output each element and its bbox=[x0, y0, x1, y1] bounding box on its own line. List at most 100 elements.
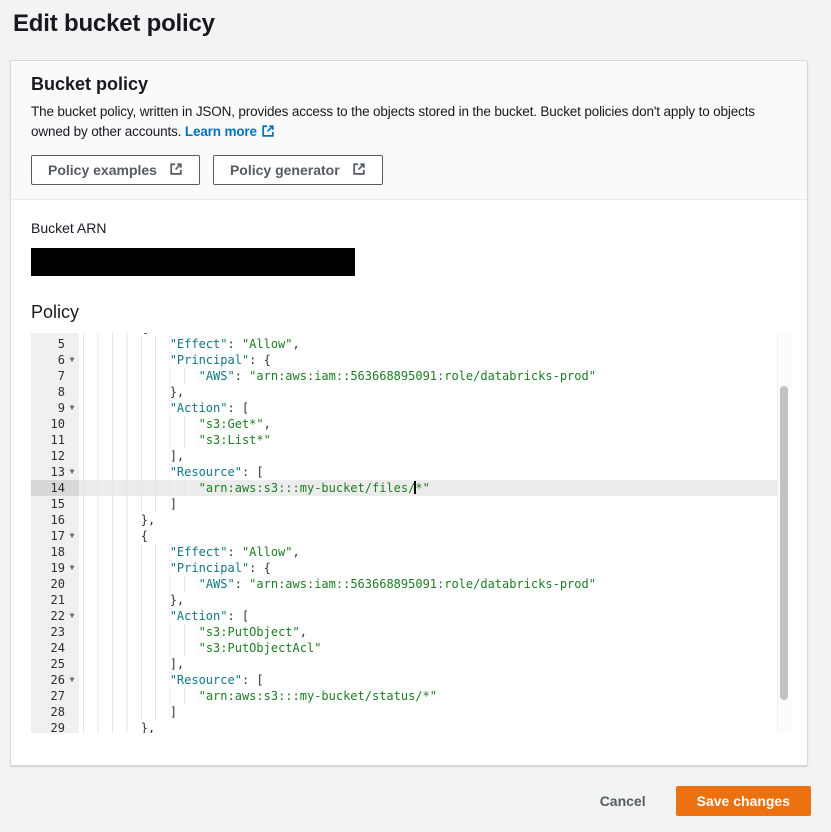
card-description: The bucket policy, written in JSON, prov… bbox=[31, 102, 787, 144]
editor-gutter-cell: 27▼ bbox=[31, 688, 79, 704]
line-number: 15 bbox=[51, 496, 65, 512]
editor-line-6[interactable]: 6▼"Principal": { bbox=[31, 352, 791, 368]
editor-gutter-cell[interactable]: 6▼ bbox=[31, 352, 79, 368]
learn-more-label: Learn more bbox=[185, 124, 257, 139]
editor-gutter-cell[interactable]: 17▼ bbox=[31, 528, 79, 544]
policy-generator-label: Policy generator bbox=[230, 162, 340, 178]
editor-code-line[interactable]: "Effect": "Allow", bbox=[79, 336, 791, 352]
editor-code-line[interactable]: "AWS": "arn:aws:iam::563668895091:role/d… bbox=[79, 368, 791, 384]
editor-line-17[interactable]: 17▼{ bbox=[31, 528, 791, 544]
editor-gutter-cell[interactable]: 13▼ bbox=[31, 464, 79, 480]
editor-line-26[interactable]: 26▼"Resource": [ bbox=[31, 672, 791, 688]
editor-gutter-cell[interactable]: 19▼ bbox=[31, 560, 79, 576]
card-header: Bucket policy The bucket policy, written… bbox=[11, 61, 807, 200]
editor-gutter-cell: 24▼ bbox=[31, 640, 79, 656]
line-number: 12 bbox=[51, 448, 65, 464]
editor-code-line[interactable]: "Action": [ bbox=[79, 400, 791, 416]
editor-line-24[interactable]: 24▼"s3:PutObjectAcl" bbox=[31, 640, 791, 656]
editor-code-line[interactable]: "Principal": { bbox=[79, 352, 791, 368]
editor-scrollbar-thumb[interactable] bbox=[780, 386, 788, 700]
editor-gutter-cell: 5▼ bbox=[31, 336, 79, 352]
editor-line-23[interactable]: 23▼"s3:PutObject", bbox=[31, 624, 791, 640]
edit-bucket-policy-page: Edit bucket policy Bucket policy The buc… bbox=[10, 10, 811, 816]
editor-line-5[interactable]: 5▼"Effect": "Allow", bbox=[31, 336, 791, 352]
fold-arrow-icon[interactable]: ▼ bbox=[67, 528, 77, 544]
editor-code-line[interactable]: "Principal": { bbox=[79, 560, 791, 576]
fold-arrow-icon[interactable]: ▼ bbox=[67, 352, 77, 368]
editor-line-29[interactable]: 29▼}, bbox=[31, 720, 791, 733]
editor-line-18[interactable]: 18▼"Effect": "Allow", bbox=[31, 544, 791, 560]
editor-code-line[interactable]: "s3:Get*", bbox=[79, 416, 791, 432]
editor-line-11[interactable]: 11▼"s3:List*" bbox=[31, 432, 791, 448]
editor-line-16[interactable]: 16▼}, bbox=[31, 512, 791, 528]
editor-line-21[interactable]: 21▼}, bbox=[31, 592, 791, 608]
editor-line-10[interactable]: 10▼"s3:Get*", bbox=[31, 416, 791, 432]
editor-code-line[interactable]: ], bbox=[79, 656, 791, 672]
editor-code-line[interactable]: "arn:aws:s3:::my-bucket/files/*" bbox=[79, 480, 791, 496]
policy-section-label: Policy bbox=[31, 302, 787, 323]
editor-code-line[interactable]: ], bbox=[79, 448, 791, 464]
line-number: 14 bbox=[51, 480, 65, 496]
editor-code-line[interactable]: ] bbox=[79, 496, 791, 512]
editor-line-15[interactable]: 15▼] bbox=[31, 496, 791, 512]
editor-line-14[interactable]: 14▼"arn:aws:s3:::my-bucket/files/*" bbox=[31, 480, 791, 496]
line-number: 9 bbox=[58, 400, 65, 416]
editor-line-7[interactable]: 7▼"AWS": "arn:aws:iam::563668895091:role… bbox=[31, 368, 791, 384]
editor-line-8[interactable]: 8▼}, bbox=[31, 384, 791, 400]
fold-arrow-icon[interactable]: ▼ bbox=[67, 464, 77, 480]
editor-gutter-cell[interactable]: 9▼ bbox=[31, 400, 79, 416]
editor-line-28[interactable]: 28▼] bbox=[31, 704, 791, 720]
editor-line-25[interactable]: 25▼], bbox=[31, 656, 791, 672]
editor-gutter-cell: 15▼ bbox=[31, 496, 79, 512]
save-changes-button[interactable]: Save changes bbox=[676, 786, 811, 816]
policy-generator-button[interactable]: Policy generator bbox=[213, 155, 383, 185]
editor-scrollbar-track[interactable] bbox=[777, 333, 791, 733]
line-number: 8 bbox=[58, 384, 65, 400]
editor-line-20[interactable]: 20▼"AWS": "arn:aws:iam::563668895091:rol… bbox=[31, 576, 791, 592]
editor-code-line[interactable]: "Effect": "Allow", bbox=[79, 544, 791, 560]
editor-code-line[interactable]: "Resource": [ bbox=[79, 672, 791, 688]
editor-gutter-cell[interactable]: 26▼ bbox=[31, 672, 79, 688]
editor-line-19[interactable]: 19▼"Principal": { bbox=[31, 560, 791, 576]
line-number: 23 bbox=[51, 624, 65, 640]
fold-arrow-icon[interactable]: ▼ bbox=[67, 672, 77, 688]
policy-json-editor[interactable]: 4▼{5▼"Effect": "Allow",6▼"Principal": {7… bbox=[31, 333, 791, 733]
fold-arrow-icon[interactable]: ▼ bbox=[67, 400, 77, 416]
policy-examples-button[interactable]: Policy examples bbox=[31, 155, 200, 185]
policy-examples-label: Policy examples bbox=[48, 162, 157, 178]
editor-code-line[interactable]: }, bbox=[79, 720, 791, 733]
editor-line-13[interactable]: 13▼"Resource": [ bbox=[31, 464, 791, 480]
editor-line-27[interactable]: 27▼"arn:aws:s3:::my-bucket/status/*" bbox=[31, 688, 791, 704]
editor-gutter-cell: 29▼ bbox=[31, 720, 79, 733]
editor-code-line[interactable]: "Resource": [ bbox=[79, 464, 791, 480]
editor-line-22[interactable]: 22▼"Action": [ bbox=[31, 608, 791, 624]
editor-gutter-cell: 21▼ bbox=[31, 592, 79, 608]
editor-code-line[interactable]: "s3:PutObjectAcl" bbox=[79, 640, 791, 656]
editor-code-line[interactable]: }, bbox=[79, 512, 791, 528]
editor-gutter-cell: 18▼ bbox=[31, 544, 79, 560]
editor-code-line[interactable]: "s3:PutObject", bbox=[79, 624, 791, 640]
editor-code-line[interactable]: "Action": [ bbox=[79, 608, 791, 624]
fold-arrow-icon[interactable]: ▼ bbox=[67, 560, 77, 576]
editor-code-line[interactable]: "AWS": "arn:aws:iam::563668895091:role/d… bbox=[79, 576, 791, 592]
editor-code-line[interactable]: "s3:List*" bbox=[79, 432, 791, 448]
line-number: 25 bbox=[51, 656, 65, 672]
editor-code-line[interactable]: "arn:aws:s3:::my-bucket/status/*" bbox=[79, 688, 791, 704]
footer-actions: Cancel Save changes bbox=[10, 786, 811, 816]
editor-gutter-cell: 25▼ bbox=[31, 656, 79, 672]
learn-more-link[interactable]: Learn more bbox=[185, 124, 275, 139]
editor-code-line[interactable]: { bbox=[79, 528, 791, 544]
editor-code-line[interactable]: }, bbox=[79, 592, 791, 608]
cancel-button[interactable]: Cancel bbox=[600, 793, 646, 809]
editor-gutter-cell: 7▼ bbox=[31, 368, 79, 384]
page-title: Edit bucket policy bbox=[13, 10, 811, 38]
fold-arrow-icon[interactable]: ▼ bbox=[67, 608, 77, 624]
bucket-policy-card: Bucket policy The bucket policy, written… bbox=[10, 60, 808, 766]
editor-code-line[interactable]: ] bbox=[79, 704, 791, 720]
editor-line-9[interactable]: 9▼"Action": [ bbox=[31, 400, 791, 416]
line-number: 13 bbox=[51, 464, 65, 480]
editor-code-line[interactable]: }, bbox=[79, 384, 791, 400]
editor-gutter-cell[interactable]: 22▼ bbox=[31, 608, 79, 624]
editor-gutter-cell: 8▼ bbox=[31, 384, 79, 400]
editor-line-12[interactable]: 12▼], bbox=[31, 448, 791, 464]
